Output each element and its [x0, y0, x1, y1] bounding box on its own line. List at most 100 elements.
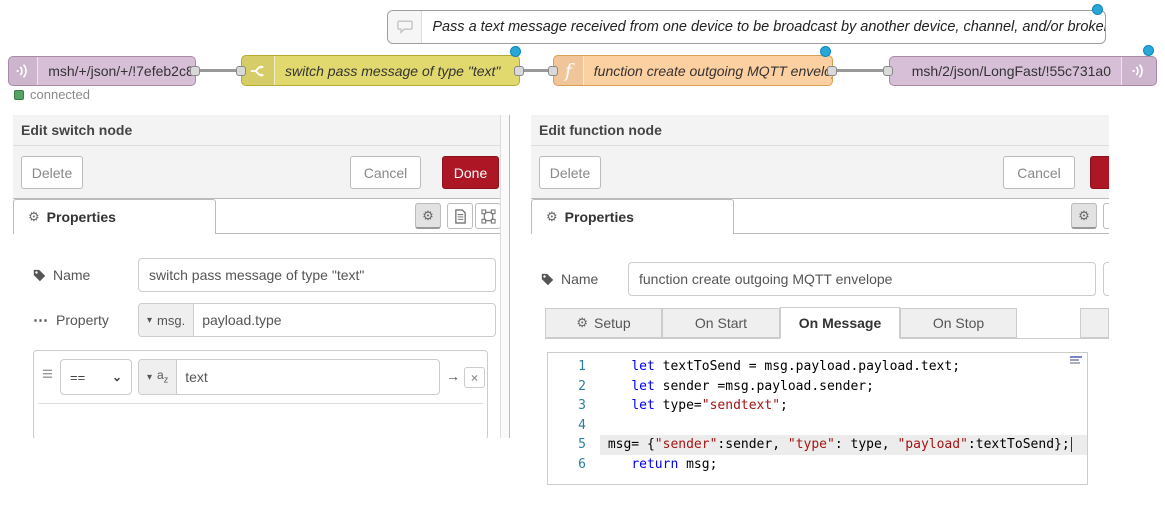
name-input[interactable]: switch pass message of type "text": [138, 258, 496, 292]
dialog-toolbar: Delete Cancel Done: [531, 146, 1109, 199]
gear-icon: ⚙: [546, 209, 558, 225]
rule-row: ≡ == ⌄ ▾ az text → 1 ×: [34, 356, 487, 400]
function-node[interactable]: f function create outgoing MQTT envelope: [553, 55, 833, 86]
dialog-title: Edit function node: [531, 115, 1109, 146]
edit-function-node-dialog: Edit function node Delete Cancel Done ⚙ …: [531, 115, 1109, 522]
mqtt-out-node[interactable]: msh/2/json/LongFast/!55c731a0: [889, 56, 1157, 86]
changed-indicator: [1092, 4, 1103, 15]
input-port[interactable]: [236, 66, 246, 76]
name-field-label: Name: [33, 258, 90, 292]
name-field-label: Name: [541, 262, 598, 296]
chevron-down-icon: ⌄: [112, 370, 122, 384]
wire: [194, 69, 241, 72]
tab-properties-label: Properties: [47, 209, 116, 225]
cancel-button[interactable]: Cancel: [350, 156, 421, 189]
code-line[interactable]: 4: [548, 416, 1087, 436]
switch-node[interactable]: switch pass message of type "text": [241, 55, 520, 86]
gear-icon: ⚙: [28, 209, 40, 225]
function-tab-bar: ⚙ Setup On Start On Message On Stop: [531, 307, 1109, 339]
rule-type-button[interactable]: ▾ az: [139, 360, 177, 394]
code-line[interactable]: 5 msg= {"sender":sender, "type": type, "…: [548, 435, 1087, 455]
dialog-tab-bar: ⚙ Properties ⚙: [13, 199, 509, 234]
code-lines: 1 let textToSend = msg.payload.payload.t…: [548, 357, 1087, 474]
dialog-scrollbar[interactable]: [500, 115, 509, 438]
appearance-icon: [481, 209, 496, 224]
tab-setup[interactable]: ⚙ Setup: [545, 308, 662, 338]
comment-icon: [388, 11, 422, 43]
changed-indicator: [820, 46, 831, 57]
code-line[interactable]: 1 let textToSend = msg.payload.payload.t…: [548, 357, 1087, 377]
node-red-workspace: Pass a text message received from one de…: [0, 0, 1165, 522]
name-extra-button[interactable]: [1103, 262, 1109, 296]
rule-divider: [38, 403, 483, 404]
rule-delete-button[interactable]: ×: [464, 367, 485, 388]
chevron-down-icon: ▾: [147, 372, 152, 383]
delete-button[interactable]: Delete: [539, 156, 601, 189]
comment-node-label: Pass a text message received from one de…: [422, 19, 1105, 35]
drag-handle-icon[interactable]: ≡: [42, 364, 53, 386]
bridge-icon: [9, 57, 38, 85]
property-typed-input: ▾ msg. payload.type: [138, 303, 496, 337]
comment-node[interactable]: Pass a text message received from one de…: [387, 10, 1106, 44]
node-appearance-button[interactable]: [475, 203, 501, 229]
tag-icon: [541, 273, 554, 286]
done-button[interactable]: Done: [442, 156, 499, 189]
editor-minimap: [1070, 356, 1085, 374]
gear-icon: ⚙: [576, 315, 588, 331]
edit-switch-node-dialog: Edit switch node Delete Cancel Done ⚙ Pr…: [13, 115, 510, 438]
status-label: connected: [30, 87, 90, 102]
mqtt-in-node-label: msh/+/json/+/!7efeb2c8: [38, 63, 195, 79]
switch-icon: [242, 56, 275, 85]
node-description-button[interactable]: [447, 203, 473, 229]
changed-indicator: [510, 46, 521, 57]
property-type-label: msg.: [157, 313, 185, 328]
mqtt-in-node[interactable]: msh/+/json/+/!7efeb2c8: [8, 56, 196, 86]
tab-on-start[interactable]: On Start: [662, 308, 780, 338]
input-port[interactable]: [548, 66, 558, 76]
changed-indicator: [1143, 45, 1154, 56]
tab-bar-overflow-button[interactable]: [1080, 308, 1109, 338]
function-node-label: function create outgoing MQTT envelope: [584, 63, 832, 79]
tab-properties-label: Properties: [565, 209, 634, 225]
document-icon: [454, 209, 467, 224]
delete-button[interactable]: Delete: [21, 156, 83, 189]
string-type-icon: az: [157, 369, 168, 384]
code-line[interactable]: 2 let sender =msg.payload.sender;: [548, 377, 1087, 397]
dialog-toolbar: Delete Cancel Done: [13, 146, 509, 199]
output-port[interactable]: [190, 66, 200, 76]
property-field-label: ⋯ Property: [33, 303, 109, 337]
name-input[interactable]: function create outgoing MQTT envelope: [628, 262, 1096, 296]
dialog-tab-bar: ⚙ Properties ⚙: [531, 199, 1109, 234]
status-dot-icon: [14, 90, 24, 100]
code-editor[interactable]: 1 let textToSend = msg.payload.payload.t…: [547, 352, 1088, 485]
done-button[interactable]: Done: [1090, 156, 1109, 189]
node-status: connected: [14, 87, 90, 102]
node-settings-button[interactable]: ⚙: [1071, 203, 1097, 229]
rule-operator-value: ==: [70, 370, 85, 385]
output-port[interactable]: [827, 66, 837, 76]
function-icon: f: [554, 56, 584, 85]
node-description-button[interactable]: [1103, 203, 1109, 229]
node-settings-button[interactable]: ⚙: [415, 203, 441, 229]
code-line[interactable]: 6 return msg;: [548, 455, 1087, 475]
rule-value-input[interactable]: text: [177, 360, 439, 394]
property-value-input[interactable]: payload.type: [194, 304, 495, 336]
bridge-icon: [1121, 57, 1156, 85]
tab-properties[interactable]: ⚙ Properties: [13, 199, 216, 234]
tab-on-stop[interactable]: On Stop: [900, 308, 1017, 338]
code-line[interactable]: 3 let type="sendtext";: [548, 396, 1087, 416]
output-port[interactable]: [514, 66, 524, 76]
gear-icon: ⚙: [1078, 208, 1090, 224]
tag-icon: [33, 269, 46, 282]
switch-node-label: switch pass message of type "text": [275, 63, 510, 79]
gear-icon: ⚙: [422, 208, 434, 224]
cancel-button[interactable]: Cancel: [1003, 156, 1075, 189]
dialog-title: Edit switch node: [13, 115, 509, 146]
input-port[interactable]: [883, 66, 893, 76]
property-type-button[interactable]: ▾ msg.: [139, 304, 194, 336]
mqtt-out-node-label: msh/2/json/LongFast/!55c731a0: [902, 63, 1121, 79]
tab-properties[interactable]: ⚙ Properties: [531, 199, 734, 234]
rule-typed-input: ▾ az text: [138, 359, 440, 395]
tab-on-message[interactable]: On Message: [780, 307, 900, 339]
rule-operator-select[interactable]: == ⌄: [60, 359, 132, 395]
